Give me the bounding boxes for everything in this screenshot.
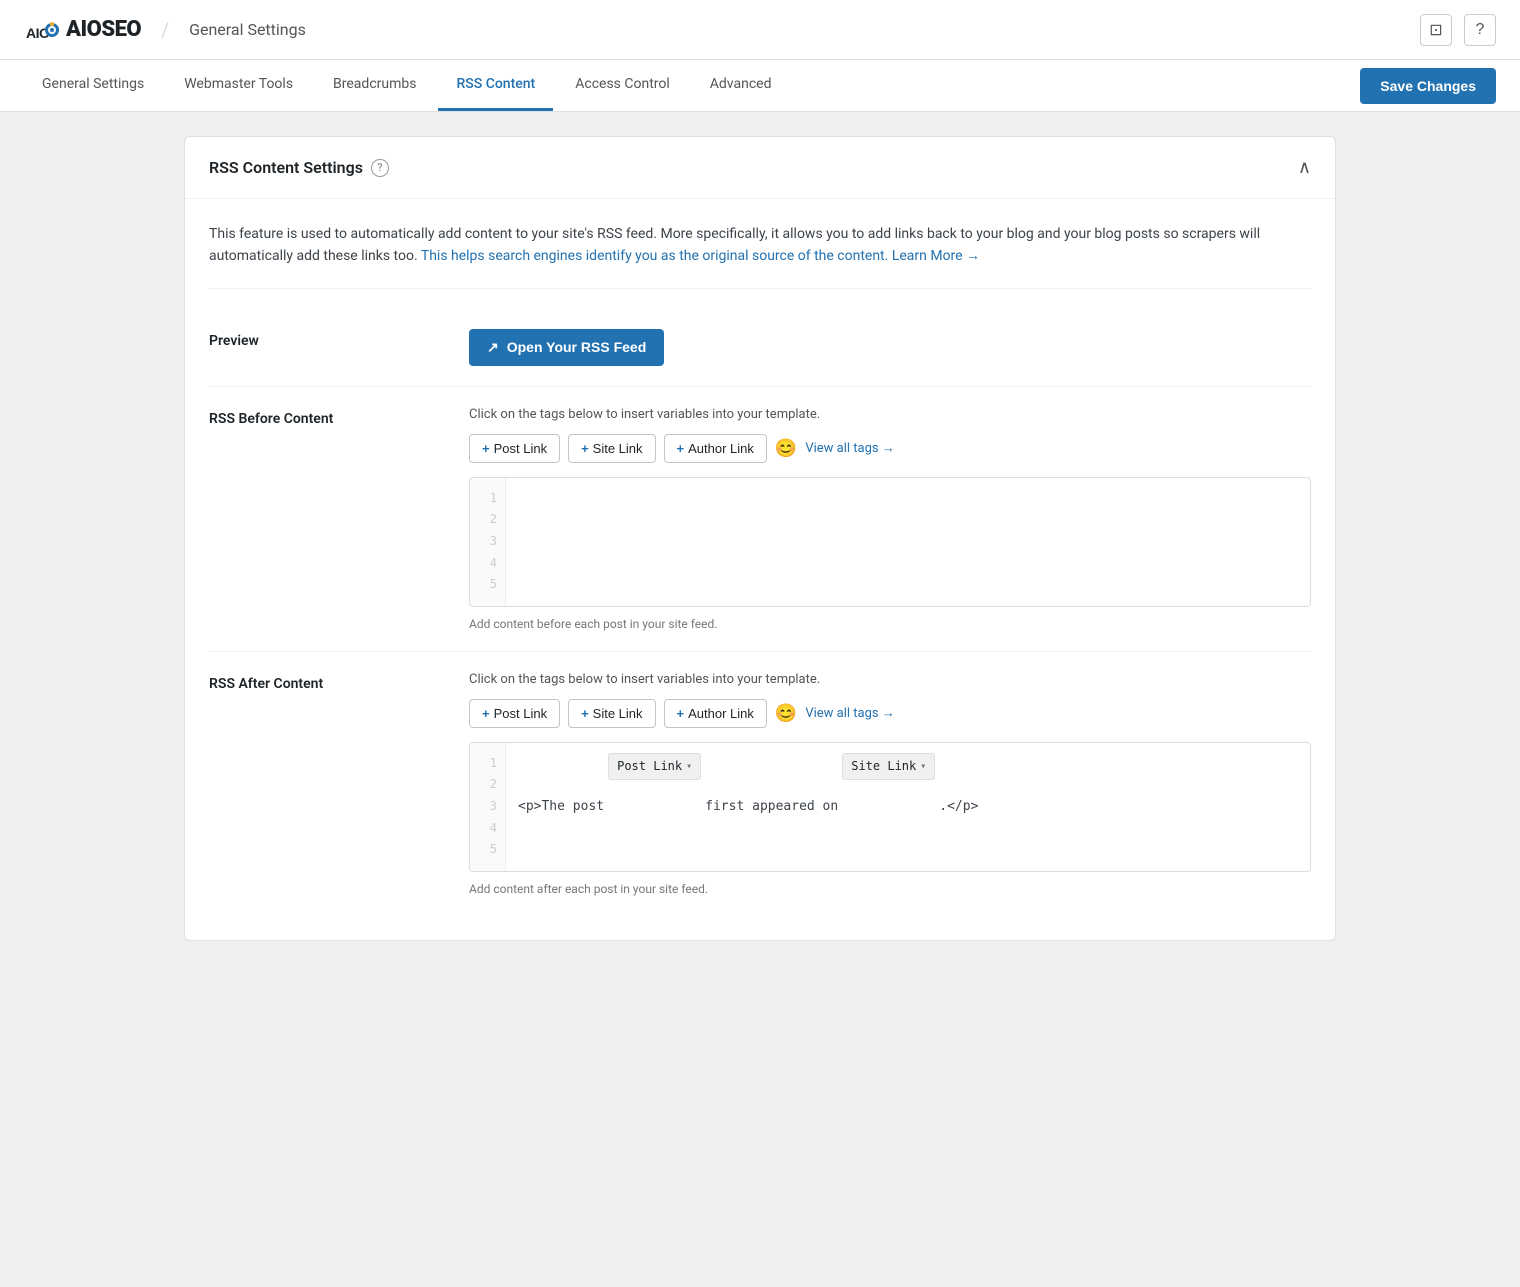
before-author-link-label: Author Link [688, 441, 754, 456]
topbar-page-title: General Settings [189, 20, 306, 39]
plus-icon: + [482, 441, 490, 456]
after-post-link-label: Post Link [494, 706, 547, 721]
monitor-icon: ⊡ [1429, 20, 1442, 40]
before-site-link-label: Site Link [593, 441, 643, 456]
card-title: RSS Content Settings ? [209, 158, 389, 177]
card-title-text: RSS Content Settings [209, 158, 363, 177]
external-link-icon: ↗ [487, 339, 499, 356]
after-tag-instruction: Click on the tags below to insert variab… [469, 672, 1311, 687]
after-site-link-tag-label: Site Link [851, 756, 916, 778]
after-post-link-tag-label: Post Link [617, 756, 682, 778]
after-content-prefix: <p>The post [518, 795, 604, 818]
topbar: AIO AIOSEO / General Settings ⊡ ? [0, 0, 1520, 60]
after-line-numbers: 1 2 3 4 5 [470, 743, 506, 871]
after-content-input[interactable]: <p>The post Post Link ▾ first appeared o… [506, 743, 1310, 871]
before-tag-instruction: Click on the tags below to insert variab… [469, 407, 1311, 422]
before-site-link-tag[interactable]: + Site Link [568, 434, 655, 463]
rss-after-label: RSS After Content [209, 672, 429, 692]
tab-breadcrumbs[interactable]: Breadcrumbs [315, 60, 434, 111]
line-2: 2 [478, 509, 497, 531]
nav-bar: General Settings Webmaster Tools Breadcr… [0, 60, 1520, 112]
before-content-editor[interactable]: 1 2 3 4 5 [469, 477, 1311, 607]
tab-advanced[interactable]: Advanced [692, 60, 790, 111]
card-body: This feature is used to automatically ad… [185, 199, 1335, 940]
tab-general-settings[interactable]: General Settings [24, 60, 162, 111]
collapse-icon[interactable]: ∧ [1298, 157, 1311, 178]
plus-icon-2: + [581, 441, 589, 456]
line-5: 5 [478, 574, 497, 596]
tab-webmaster-tools[interactable]: Webmaster Tools [166, 60, 311, 111]
open-feed-label: Open Your RSS Feed [507, 339, 647, 355]
topbar-icons: ⊡ ? [1420, 14, 1496, 46]
after-content-suffix: .</p> [939, 795, 978, 818]
logo-text: AIOSEO [66, 17, 141, 42]
after-site-link-tag[interactable]: + Site Link [568, 699, 655, 728]
after-site-link-label: Site Link [593, 706, 643, 721]
after-line-4: 4 [478, 818, 497, 840]
after-post-link-tag[interactable]: + Post Link [469, 699, 560, 728]
section-divider [209, 288, 1311, 289]
rss-after-row: RSS After Content Click on the tags belo… [209, 652, 1311, 916]
plus-icon-3: + [677, 441, 685, 456]
preview-row: Preview ↗ Open Your RSS Feed [209, 309, 1311, 387]
after-plus-icon-2: + [581, 706, 589, 721]
before-line-numbers: 1 2 3 4 5 [470, 478, 506, 606]
description-text: This feature is used to automatically ad… [209, 223, 1311, 268]
before-post-link-label: Post Link [494, 441, 547, 456]
tab-access-control[interactable]: Access Control [557, 60, 688, 111]
after-post-link-inline-tag[interactable]: Post Link ▾ [608, 753, 701, 781]
line-3: 3 [478, 531, 497, 553]
after-site-link-inline-tag[interactable]: Site Link ▾ [842, 753, 935, 781]
main-content: RSS Content Settings ? ∧ This feature is… [160, 112, 1360, 989]
aioseo-logo-icon: AIO [24, 12, 60, 48]
emoji-picker-icon[interactable]: 😊 [775, 438, 797, 459]
tab-rss-content[interactable]: RSS Content [438, 60, 553, 111]
question-icon: ? [1476, 21, 1485, 39]
after-line-2: 2 [478, 774, 497, 796]
description-highlight: This helps search engines identify you a… [421, 248, 888, 264]
after-tags-row: + Post Link + Site Link + Author Link 😊 [469, 699, 1311, 728]
after-author-link-tag[interactable]: + Author Link [664, 699, 767, 728]
learn-more-link[interactable]: Learn More → [892, 248, 980, 264]
line-4: 4 [478, 553, 497, 575]
help-icon-btn[interactable]: ? [1464, 14, 1496, 46]
topbar-divider: / [161, 18, 169, 42]
rss-before-control: Click on the tags below to insert variab… [469, 407, 1311, 631]
chevron-down-icon-2: ▾ [920, 758, 926, 776]
chevron-down-icon: ▾ [686, 758, 692, 776]
open-rss-feed-button[interactable]: ↗ Open Your RSS Feed [469, 329, 664, 366]
monitor-icon-btn[interactable]: ⊡ [1420, 14, 1452, 46]
after-content-middle: first appeared on [705, 795, 838, 818]
after-helper-text: Add content after each post in your site… [469, 882, 1311, 896]
before-tags-row: + Post Link + Site Link + Author Link 😊 [469, 434, 1311, 463]
after-line-3: 3 [478, 796, 497, 818]
before-author-link-tag[interactable]: + Author Link [664, 434, 767, 463]
line-1: 1 [478, 488, 497, 510]
after-view-all-tags-link[interactable]: View all tags → [805, 705, 895, 721]
preview-label: Preview [209, 329, 429, 349]
rss-before-row: RSS Before Content Click on the tags bel… [209, 387, 1311, 652]
after-emoji-picker-icon[interactable]: 😊 [775, 703, 797, 724]
card-help-icon[interactable]: ? [371, 159, 389, 177]
rss-content-card: RSS Content Settings ? ∧ This feature is… [184, 136, 1336, 941]
after-author-link-label: Author Link [688, 706, 754, 721]
save-changes-button[interactable]: Save Changes [1360, 68, 1496, 104]
before-content-input[interactable] [506, 478, 1310, 606]
before-post-link-tag[interactable]: + Post Link [469, 434, 560, 463]
logo: AIO AIOSEO [24, 12, 141, 48]
rss-before-label: RSS Before Content [209, 407, 429, 427]
before-view-all-tags-link[interactable]: View all tags → [805, 440, 895, 456]
after-line-1: 1 [478, 753, 497, 775]
after-line-5: 5 [478, 839, 497, 861]
after-plus-icon-3: + [677, 706, 685, 721]
rss-after-control: Click on the tags below to insert variab… [469, 672, 1311, 896]
card-header: RSS Content Settings ? ∧ [185, 137, 1335, 199]
before-helper-text: Add content before each post in your sit… [469, 617, 1311, 631]
after-content-editor[interactable]: 1 2 3 4 5 <p>The post Post Link ▾ [469, 742, 1311, 872]
preview-control: ↗ Open Your RSS Feed [469, 329, 1311, 366]
after-plus-icon: + [482, 706, 490, 721]
